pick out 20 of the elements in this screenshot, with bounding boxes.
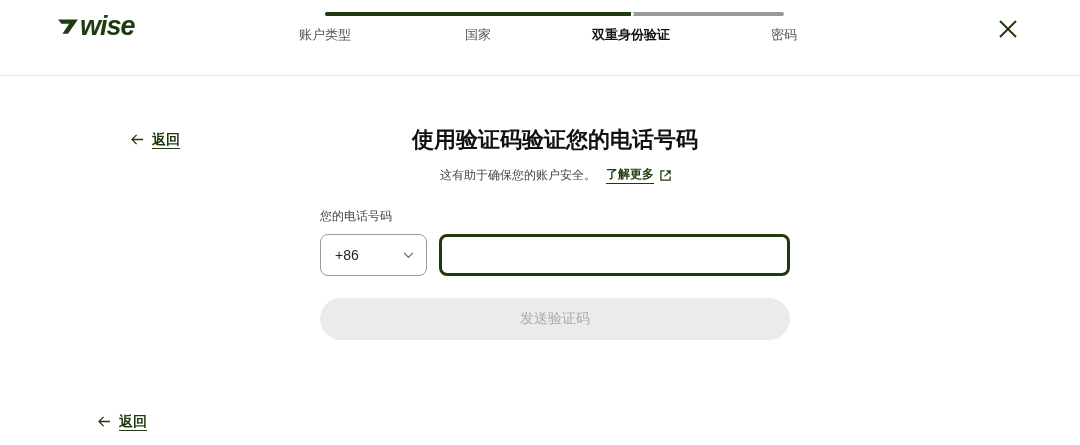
chevron-down-icon <box>403 251 414 259</box>
field-label: 您的电话号码 <box>320 208 393 225</box>
back-link[interactable]: 返回 <box>131 130 180 149</box>
step-label: 双重身份验证 <box>590 26 671 44</box>
back-link[interactable]: 返回 <box>98 412 147 431</box>
external-link-icon <box>659 169 671 181</box>
close-icon[interactable] <box>999 20 1017 38</box>
logo-text: wise <box>80 12 135 40</box>
learn-more-link[interactable]: 了解更多 <box>605 166 654 184</box>
subtitle: 这有助于确保您的账户安全。 <box>439 166 596 184</box>
phone-number-field[interactable] <box>439 234 790 276</box>
wise-logo[interactable]: wise <box>57 12 248 40</box>
page-title: 使用验证码验证您的电话号码 <box>410 126 699 154</box>
step-label: 国家 <box>463 26 492 44</box>
arrow-left-icon <box>98 416 111 427</box>
step-label: 密码 <box>769 26 798 44</box>
flag-icon <box>57 17 79 35</box>
country-code-select[interactable]: +86 <box>320 234 427 276</box>
arrow-left-icon <box>131 134 144 145</box>
step-label: 账户类型 <box>297 26 352 44</box>
